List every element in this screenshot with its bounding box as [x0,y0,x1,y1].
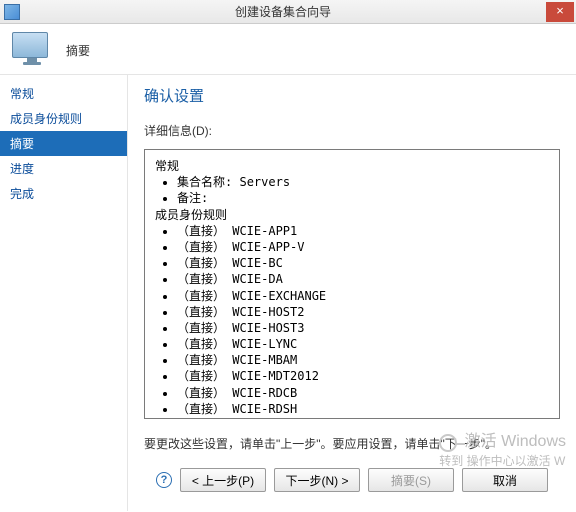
rule-item: （直接） WCIE-RDSH2 [177,417,549,419]
next-button[interactable]: 下一步(N) > [274,468,360,492]
rule-item: （直接） WCIE-MBAM [177,352,549,368]
rule-item: （直接） WCIE-RDSH [177,401,549,417]
collection-name-label: 集合名称: [177,175,232,189]
page-title: 确认设置 [144,85,560,106]
button-row: ? < 上一步(P) 下一步(N) > 摘要(S) 取消 [144,462,560,502]
rule-item: （直接） WCIE-APP1 [177,223,549,239]
rule-item: （直接） WCIE-MDT2012 [177,368,549,384]
rule-item: （直接） WCIE-EXCHANGE [177,288,549,304]
detail-label: 详细信息(D): [144,122,560,139]
rule-item: （直接） WCIE-APP-V [177,239,549,255]
main-area: 常规 成员身份规则 摘要 进度 完成 确认设置 详细信息(D): 常规 集合名称… [0,75,576,511]
comment-row: 备注: [177,190,549,206]
help-button[interactable]: ? [156,472,172,488]
close-button[interactable]: × [546,2,574,22]
sidebar-item-progress[interactable]: 进度 [0,156,127,181]
rule-item: （直接） WCIE-RDCB [177,385,549,401]
sidebar: 常规 成员身份规则 摘要 进度 完成 [0,75,128,511]
collection-name-row: 集合名称: Servers [177,174,549,190]
sidebar-item-general[interactable]: 常规 [0,81,127,106]
rule-item: （直接） WCIE-LYNC [177,336,549,352]
cancel-button[interactable]: 取消 [462,468,548,492]
rule-item: （直接） WCIE-HOST2 [177,304,549,320]
window-title: 创建设备集合向导 [20,3,546,20]
rules-list: （直接） WCIE-APP1（直接） WCIE-APP-V（直接） WCIE-B… [177,223,549,419]
instruction-text: 要更改这些设置，请单击"上一步"。要应用设置，请单击"下一步"。 [144,435,560,452]
wizard-icon [12,32,52,68]
sidebar-item-summary[interactable]: 摘要 [0,131,127,156]
previous-button[interactable]: < 上一步(P) [180,468,266,492]
section-rules-title: 成员身份规则 [155,207,549,223]
comment-label: 备注: [177,191,208,205]
header-band: 摘要 [0,24,576,75]
detail-box: 常规 集合名称: Servers 备注: 成员身份规则 （直接） WCIE-AP… [144,149,560,419]
header-label: 摘要 [66,42,90,59]
title-bar: 创建设备集合向导 × [0,0,576,24]
system-icon [4,4,20,20]
rule-item: （直接） WCIE-DA [177,271,549,287]
content-pane: 确认设置 详细信息(D): 常规 集合名称: Servers 备注: 成员身份规… [128,75,576,511]
section-general-title: 常规 [155,158,549,174]
collection-name-value: Servers [239,175,290,189]
summary-button[interactable]: 摘要(S) [368,468,454,492]
rule-item: （直接） WCIE-HOST3 [177,320,549,336]
sidebar-item-completion[interactable]: 完成 [0,181,127,206]
sidebar-item-membership-rules[interactable]: 成员身份规则 [0,106,127,131]
rule-item: （直接） WCIE-BC [177,255,549,271]
